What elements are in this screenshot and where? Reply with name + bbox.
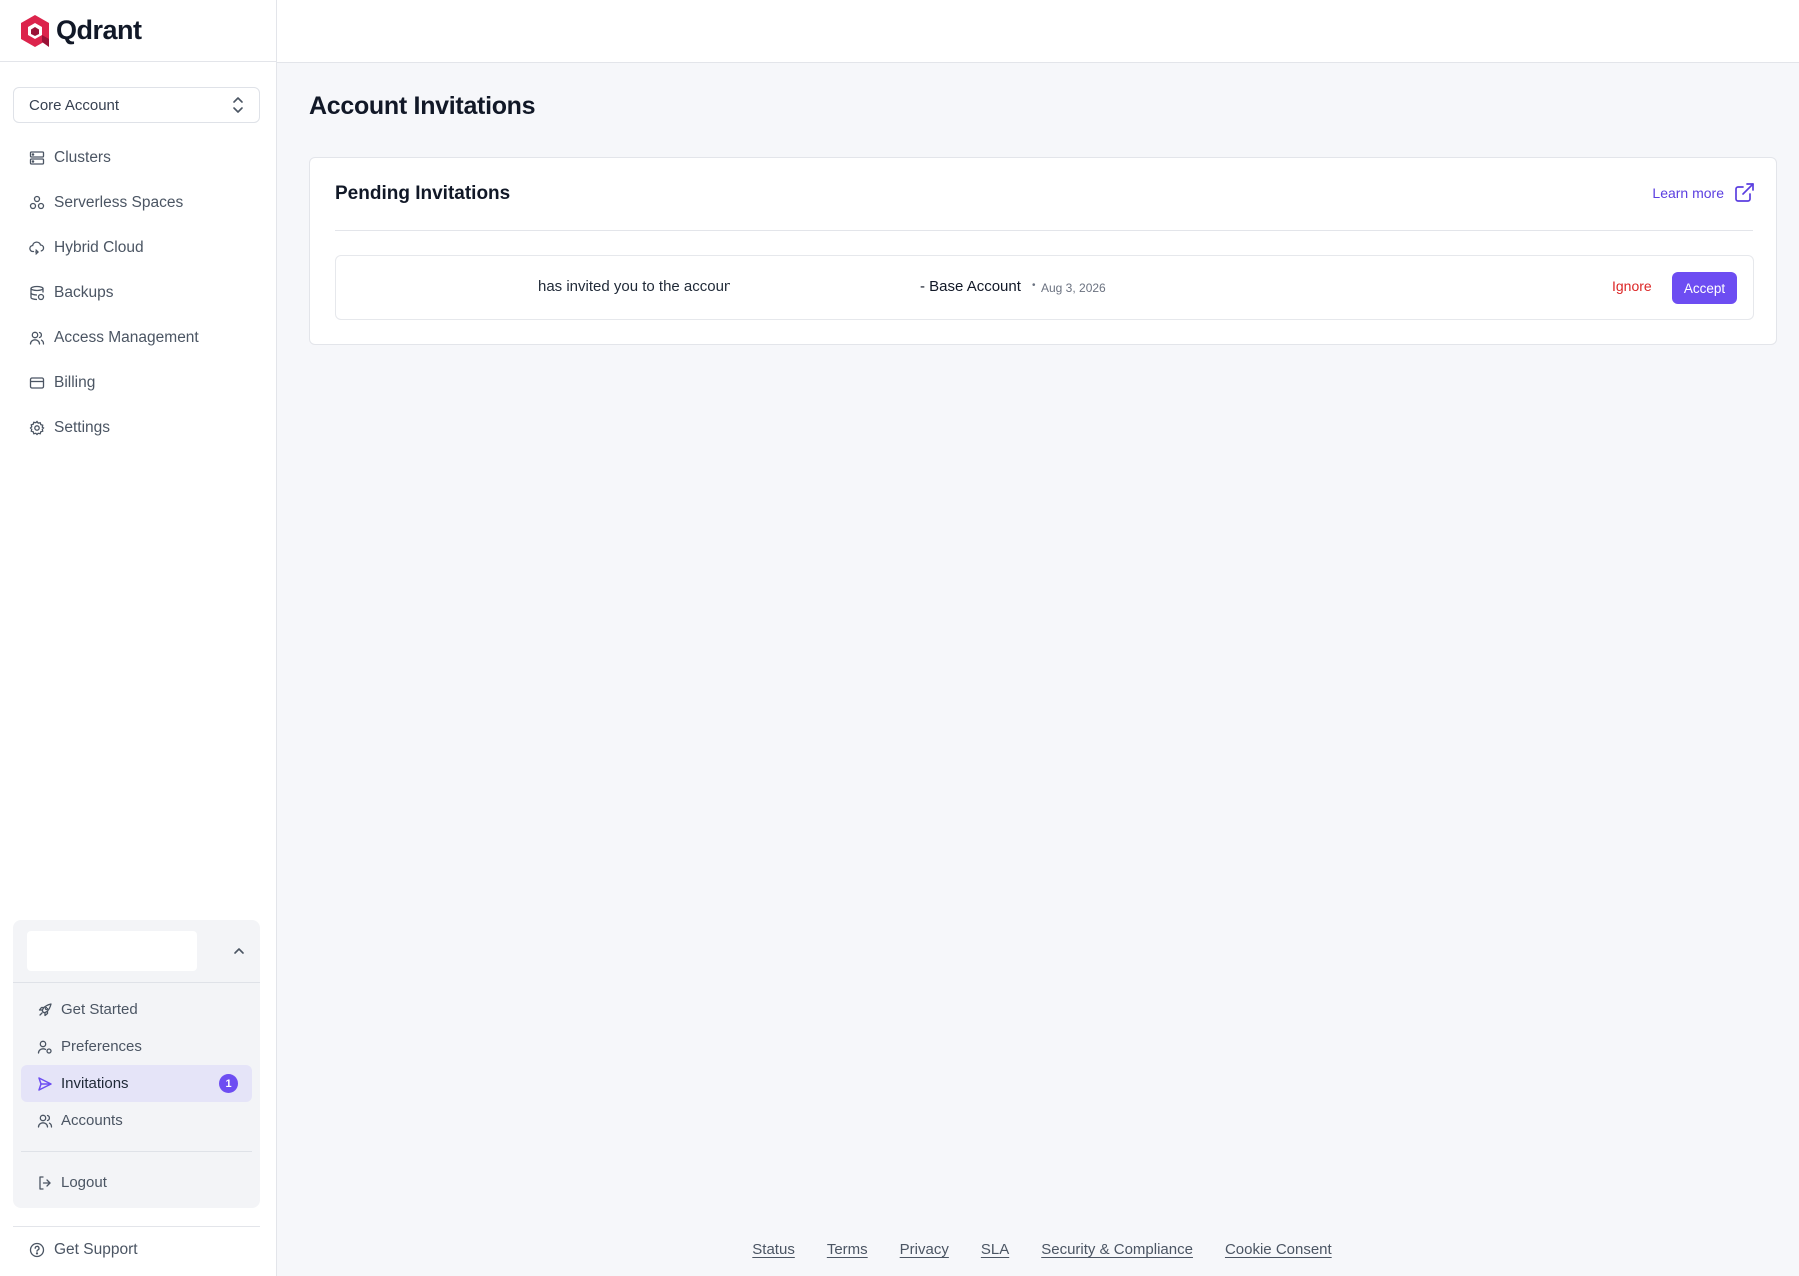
users-icon (29, 330, 45, 346)
ignore-button[interactable]: Ignore (1612, 278, 1652, 294)
footer-link-security-compliance[interactable]: Security & Compliance (1041, 1241, 1193, 1258)
nav-item-settings[interactable]: Settings (0, 405, 277, 450)
user-name-placeholder (27, 931, 197, 971)
user-menu-divider (21, 1151, 252, 1152)
user-menu-item-label: Invitations (61, 1075, 129, 1092)
get-support-label: Get Support (54, 1241, 138, 1258)
support-divider (13, 1226, 260, 1227)
user-menu-item-preferences[interactable]: Preferences (21, 1028, 252, 1065)
pending-invitations-card: Pending Invitations Learn more has invit… (309, 157, 1777, 345)
card-divider (335, 230, 1753, 231)
card-title: Pending Invitations (335, 183, 511, 204)
invitation-date: Aug 3, 2026 (1041, 281, 1106, 295)
nav-item-label: Access Management (54, 328, 199, 346)
user-menu-item-label: Preferences (61, 1038, 142, 1055)
logout-icon (37, 1175, 53, 1191)
chevron-up-icon[interactable] (232, 944, 246, 958)
invitation-message: has invited you to the account (538, 278, 730, 295)
invitation-account-name: - Base Account (920, 278, 1021, 295)
molecule-icon (29, 195, 45, 211)
footer-link-cookie-consent[interactable]: Cookie Consent (1225, 1241, 1332, 1258)
user-panel-header[interactable] (13, 920, 260, 983)
learn-more-label: Learn more (1652, 184, 1724, 201)
external-link-icon (1734, 182, 1755, 203)
learn-more-link[interactable]: Learn more (1652, 182, 1755, 203)
help-circle-icon (29, 1242, 45, 1258)
separator-dot: • (1032, 280, 1036, 291)
nav-item-label: Clusters (54, 148, 111, 166)
gear-icon (29, 420, 45, 436)
nav-item-label: Settings (54, 418, 111, 436)
nav-item-serverless-spaces[interactable]: Serverless Spaces (0, 180, 277, 225)
chevron-up-down-icon (231, 96, 245, 114)
footer-link-privacy[interactable]: Privacy (900, 1241, 949, 1258)
footer-link-sla[interactable]: SLA (981, 1241, 1009, 1258)
user-menu-item-get-started[interactable]: Get Started (21, 991, 252, 1028)
nav-item-label: Hybrid Cloud (54, 238, 144, 256)
main-nav: Clusters Serverless Spaces Hybrid Cloud … (0, 135, 277, 450)
logo-bar: Qdrant (0, 0, 276, 62)
user-menu-item-label: Accounts (61, 1112, 123, 1129)
nav-item-access-management[interactable]: Access Management (0, 315, 277, 360)
sidebar: Qdrant Core Account Clusters Serverless … (0, 0, 277, 1276)
credit-card-icon (29, 375, 45, 391)
user-menu: Get Started Preferences Invitations 1 Ac… (13, 983, 260, 1201)
brand-name: Qdrant (56, 15, 142, 45)
nav-item-label: Serverless Spaces (54, 193, 184, 211)
user-cog-icon (37, 1039, 53, 1055)
page-title: Account Invitations (309, 92, 536, 120)
server-icon (29, 150, 45, 166)
account-selector[interactable]: Core Account (13, 87, 260, 123)
nav-item-label: Billing (54, 373, 96, 391)
nav-item-hybrid-cloud[interactable]: Hybrid Cloud (0, 225, 277, 270)
cloud-sync-icon (29, 240, 45, 256)
logout-label: Logout (61, 1174, 107, 1191)
accept-button[interactable]: Accept (1672, 272, 1737, 304)
footer-link-terms[interactable]: Terms (827, 1241, 868, 1258)
get-support-link[interactable]: Get Support (29, 1241, 138, 1259)
rocket-icon (37, 1002, 53, 1018)
user-menu-item-label: Get Started (61, 1001, 138, 1018)
send-icon (37, 1076, 53, 1092)
user-menu-item-invitations[interactable]: Invitations 1 (21, 1065, 252, 1102)
account-selector-value: Core Account (29, 96, 120, 114)
nav-item-clusters[interactable]: Clusters (0, 135, 277, 180)
invitation-row: has invited you to the account - Base Ac… (335, 255, 1754, 320)
user-menu-item-accounts[interactable]: Accounts (21, 1102, 252, 1139)
logout-button[interactable]: Logout (21, 1164, 252, 1201)
footer: Status Terms Privacy SLA Security & Comp… (277, 1241, 1799, 1258)
user-panel: Get Started Preferences Invitations 1 Ac… (13, 920, 260, 1208)
top-bar (277, 0, 1799, 63)
invitations-count-badge: 1 (219, 1074, 238, 1093)
users-icon (37, 1113, 53, 1129)
nav-item-backups[interactable]: Backups (0, 270, 277, 315)
qdrant-logo-icon[interactable] (20, 14, 50, 48)
nav-item-billing[interactable]: Billing (0, 360, 277, 405)
footer-link-status[interactable]: Status (752, 1241, 795, 1258)
nav-item-label: Backups (54, 283, 114, 301)
database-backup-icon (29, 285, 45, 301)
